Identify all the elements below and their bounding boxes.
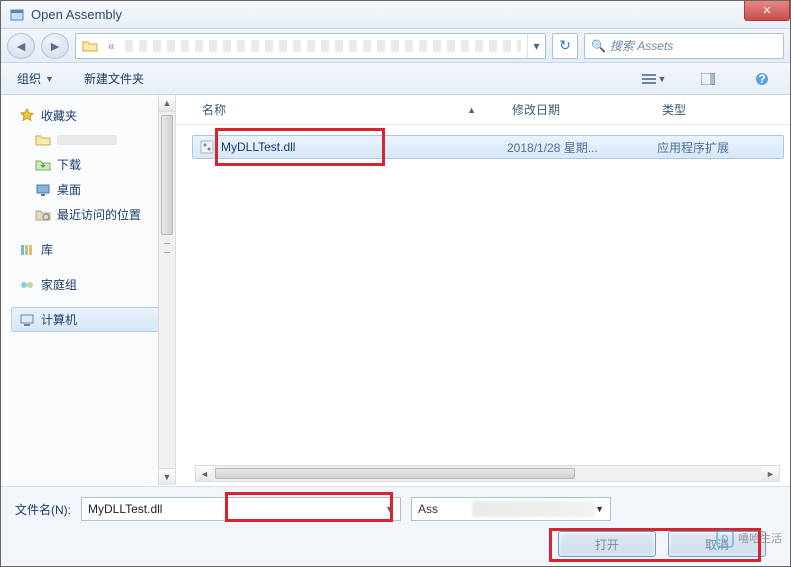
sidebar-desktop-label: 桌面 [57, 181, 81, 198]
watermark-logo-icon: D [716, 530, 734, 548]
main-area: 名称 ▲ 修改日期 类型 MyDLLTest.dll 2018/1/28 星期.… [176, 95, 790, 485]
body: 收藏夹 下载 桌面 最近访问的位置 库 [1, 95, 790, 485]
nav-forward-button[interactable]: ► [41, 33, 69, 59]
file-list: MyDLLTest.dll 2018/1/28 星期... 应用程序扩展 [176, 125, 790, 169]
horizontal-scrollbar[interactable]: ◄ ► [195, 465, 780, 482]
scroll-right-icon[interactable]: ► [762, 466, 779, 481]
open-button[interactable]: 打开 [558, 531, 656, 557]
new-folder-label: 新建文件夹 [84, 70, 144, 87]
search-input[interactable]: 🔍 搜索 Assets [584, 33, 784, 59]
toolbar: 组织 ▼ 新建文件夹 ▼ ? [1, 63, 790, 95]
library-icon [19, 242, 35, 258]
chevron-down-icon: ▼ [45, 74, 54, 84]
chevron-down-icon: ▼ [595, 504, 604, 514]
column-date[interactable]: 修改日期 [504, 101, 654, 118]
organize-button[interactable]: 组织 ▼ [11, 66, 60, 91]
search-placeholder: 搜索 Assets [610, 37, 673, 54]
computer-icon [19, 312, 35, 328]
scroll-track[interactable] [213, 466, 762, 481]
sidebar-computer[interactable]: 计算机 [11, 307, 169, 332]
scroll-thumb[interactable] [215, 468, 575, 479]
column-headers: 名称 ▲ 修改日期 类型 [176, 95, 790, 125]
homegroup-icon [19, 277, 35, 293]
chevron-down-icon: ▼ [658, 74, 667, 84]
file-name: MyDLLTest.dll [221, 140, 507, 154]
address-path-blurred [125, 40, 521, 52]
sidebar-libraries[interactable]: 库 [11, 237, 169, 262]
new-folder-button[interactable]: 新建文件夹 [78, 66, 150, 91]
sidebar-item-blurred[interactable] [11, 128, 169, 152]
filename-label: 文件名(N): [15, 501, 71, 518]
folder-icon [80, 36, 100, 56]
filter-text: Ass [418, 502, 438, 516]
titlebar: Open Assembly [1, 1, 790, 29]
scroll-up-icon[interactable]: ▲ [159, 95, 175, 112]
refresh-button[interactable]: ↻ [552, 33, 578, 59]
blurred-label [57, 135, 117, 145]
sidebar-libraries-label: 库 [41, 241, 53, 258]
organize-label: 组织 [17, 70, 41, 87]
help-button[interactable]: ? [744, 68, 780, 90]
sidebar-homegroup[interactable]: 家庭组 [11, 272, 169, 297]
watermark-brand: 嘻哈生活 [738, 534, 782, 545]
sidebar-scrollbar[interactable]: ▲ ▼ [158, 95, 175, 485]
star-icon [19, 108, 35, 124]
sidebar-favorites[interactable]: 收藏夹 [11, 103, 169, 128]
app-icon [9, 7, 25, 23]
folder-icon [35, 132, 51, 148]
sidebar-recent-label: 最近访问的位置 [57, 206, 141, 223]
footer: 文件名(N): MyDLLTest.dll ▼ Ass ▼ 打开 取消 [1, 486, 790, 566]
desktop-icon [35, 182, 51, 198]
view-list-icon [642, 73, 656, 85]
preview-pane-icon [701, 73, 715, 85]
sidebar-item-recent[interactable]: 最近访问的位置 [11, 202, 169, 227]
sidebar-downloads-label: 下载 [57, 156, 81, 173]
file-item[interactable]: MyDLLTest.dll 2018/1/28 星期... 应用程序扩展 [192, 135, 784, 159]
sidebar: 收藏夹 下载 桌面 最近访问的位置 库 [1, 95, 176, 485]
sidebar-homegroup-label: 家庭组 [41, 276, 77, 293]
path-separator-icon: « [104, 39, 119, 53]
sidebar-computer-label: 计算机 [41, 311, 77, 328]
preview-pane-button[interactable] [690, 68, 726, 90]
scroll-left-icon[interactable]: ◄ [196, 466, 213, 481]
window-title: Open Assembly [31, 7, 122, 22]
scroll-thumb[interactable] [161, 115, 173, 235]
column-type[interactable]: 类型 [654, 101, 790, 118]
address-dropdown[interactable]: ▾ [527, 34, 545, 58]
blurred-text [472, 501, 594, 517]
column-name[interactable]: 名称 ▲ [194, 101, 504, 118]
search-icon: 🔍 [591, 39, 606, 53]
recent-icon [35, 207, 51, 223]
download-icon [35, 157, 51, 173]
sidebar-item-downloads[interactable]: 下载 [11, 152, 169, 177]
sidebar-item-desktop[interactable]: 桌面 [11, 177, 169, 202]
filename-input[interactable]: MyDLLTest.dll ▼ [81, 497, 401, 521]
chevron-down-icon[interactable]: ▼ [385, 504, 394, 514]
dll-icon [199, 139, 215, 155]
close-button[interactable]: ✕ [744, 1, 790, 21]
svg-text:?: ? [758, 72, 765, 86]
sidebar-favorites-label: 收藏夹 [41, 107, 77, 124]
scroll-down-icon[interactable]: ▼ [159, 468, 175, 485]
navbar: ◄ ► « ▾ ↻ 🔍 搜索 Assets [1, 29, 790, 63]
filename-value: MyDLLTest.dll [88, 502, 162, 516]
sort-asc-icon: ▲ [467, 105, 476, 115]
open-label: 打开 [595, 536, 619, 553]
nav-back-button[interactable]: ◄ [7, 33, 35, 59]
scroll-grip-icon [164, 243, 170, 253]
filetype-filter[interactable]: Ass ▼ [411, 497, 611, 521]
view-options-button[interactable]: ▼ [636, 68, 672, 90]
file-date: 2018/1/28 星期... [507, 139, 657, 156]
help-icon: ? [755, 72, 769, 86]
watermark: D 嘻哈生活 [716, 530, 782, 548]
file-type: 应用程序扩展 [657, 139, 729, 156]
address-bar[interactable]: « ▾ [75, 33, 546, 59]
